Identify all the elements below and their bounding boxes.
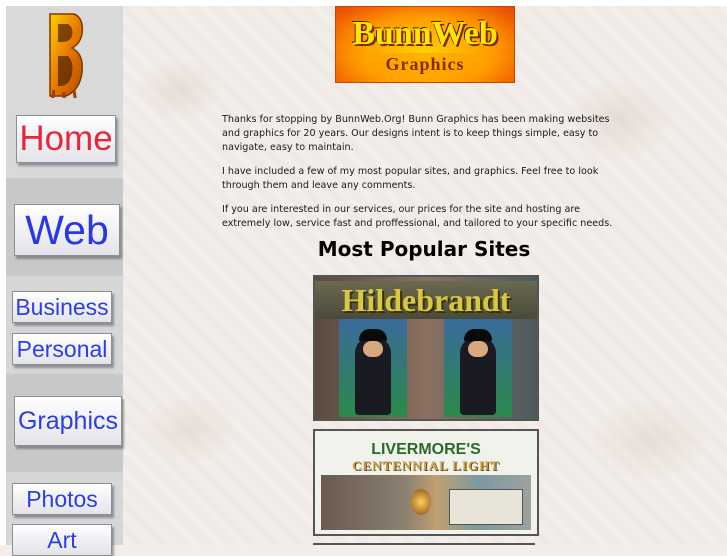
nav-personal-button[interactable]: Personal — [12, 333, 112, 365]
firehouse-image — [449, 489, 523, 525]
bowler-hat-icon — [464, 329, 492, 341]
nav-art-button[interactable]: Art — [12, 524, 112, 556]
bunnweb-b-logo-icon — [49, 13, 84, 98]
livermore-title: LIVERMORE'S — [371, 441, 481, 458]
logo-line-graphics: Graphics — [364, 53, 486, 75]
sidebar-nav: Home Web Business Personal Graphics Phot… — [6, 6, 123, 556]
hildebrandt-photo-right — [444, 319, 512, 417]
nav-business-button[interactable]: Business — [12, 291, 112, 323]
intro-paragraph-1: Thanks for stopping by BunnWeb.Org! Bunn… — [222, 114, 610, 153]
light-bulb-icon — [411, 489, 431, 515]
nav-photos-button[interactable]: Photos — [12, 483, 112, 515]
nav-graphics-button[interactable]: Graphics — [14, 396, 122, 446]
hildebrandt-photo-left — [339, 319, 407, 417]
sidebar-logo-block: Home — [6, 6, 123, 178]
site-thumbnail-hildebrandt[interactable]: Hildebrandt — [313, 275, 539, 421]
bunnweb-graphics-logo[interactable]: BunnWeb Graphics — [335, 6, 515, 83]
bowler-hat-icon — [359, 329, 387, 341]
intro-text: Thanks for stopping by BunnWeb.Org! Bunn… — [222, 113, 630, 241]
statue-face — [468, 341, 488, 357]
intro-paragraph-3: If you are interested in our services, o… — [222, 204, 613, 229]
nav-home-button[interactable]: Home — [16, 115, 116, 163]
nav-web-button[interactable]: Web — [14, 204, 120, 256]
site-thumbnail-livermore[interactable]: LIVERMORE'S CENTENNIAL LIGHT — [313, 429, 539, 536]
logo-line-bunnweb: BunnWeb — [352, 15, 498, 52]
statue-face — [363, 341, 383, 357]
most-popular-heading: Most Popular Sites — [317, 237, 531, 261]
livermore-scene-image — [321, 475, 531, 530]
hildebrandt-banner-title: Hildebrandt — [315, 281, 537, 319]
centennial-light-title: CENTENNIAL LIGHT — [352, 458, 500, 473]
intro-paragraph-2: I have included a few of my most popular… — [222, 166, 599, 191]
